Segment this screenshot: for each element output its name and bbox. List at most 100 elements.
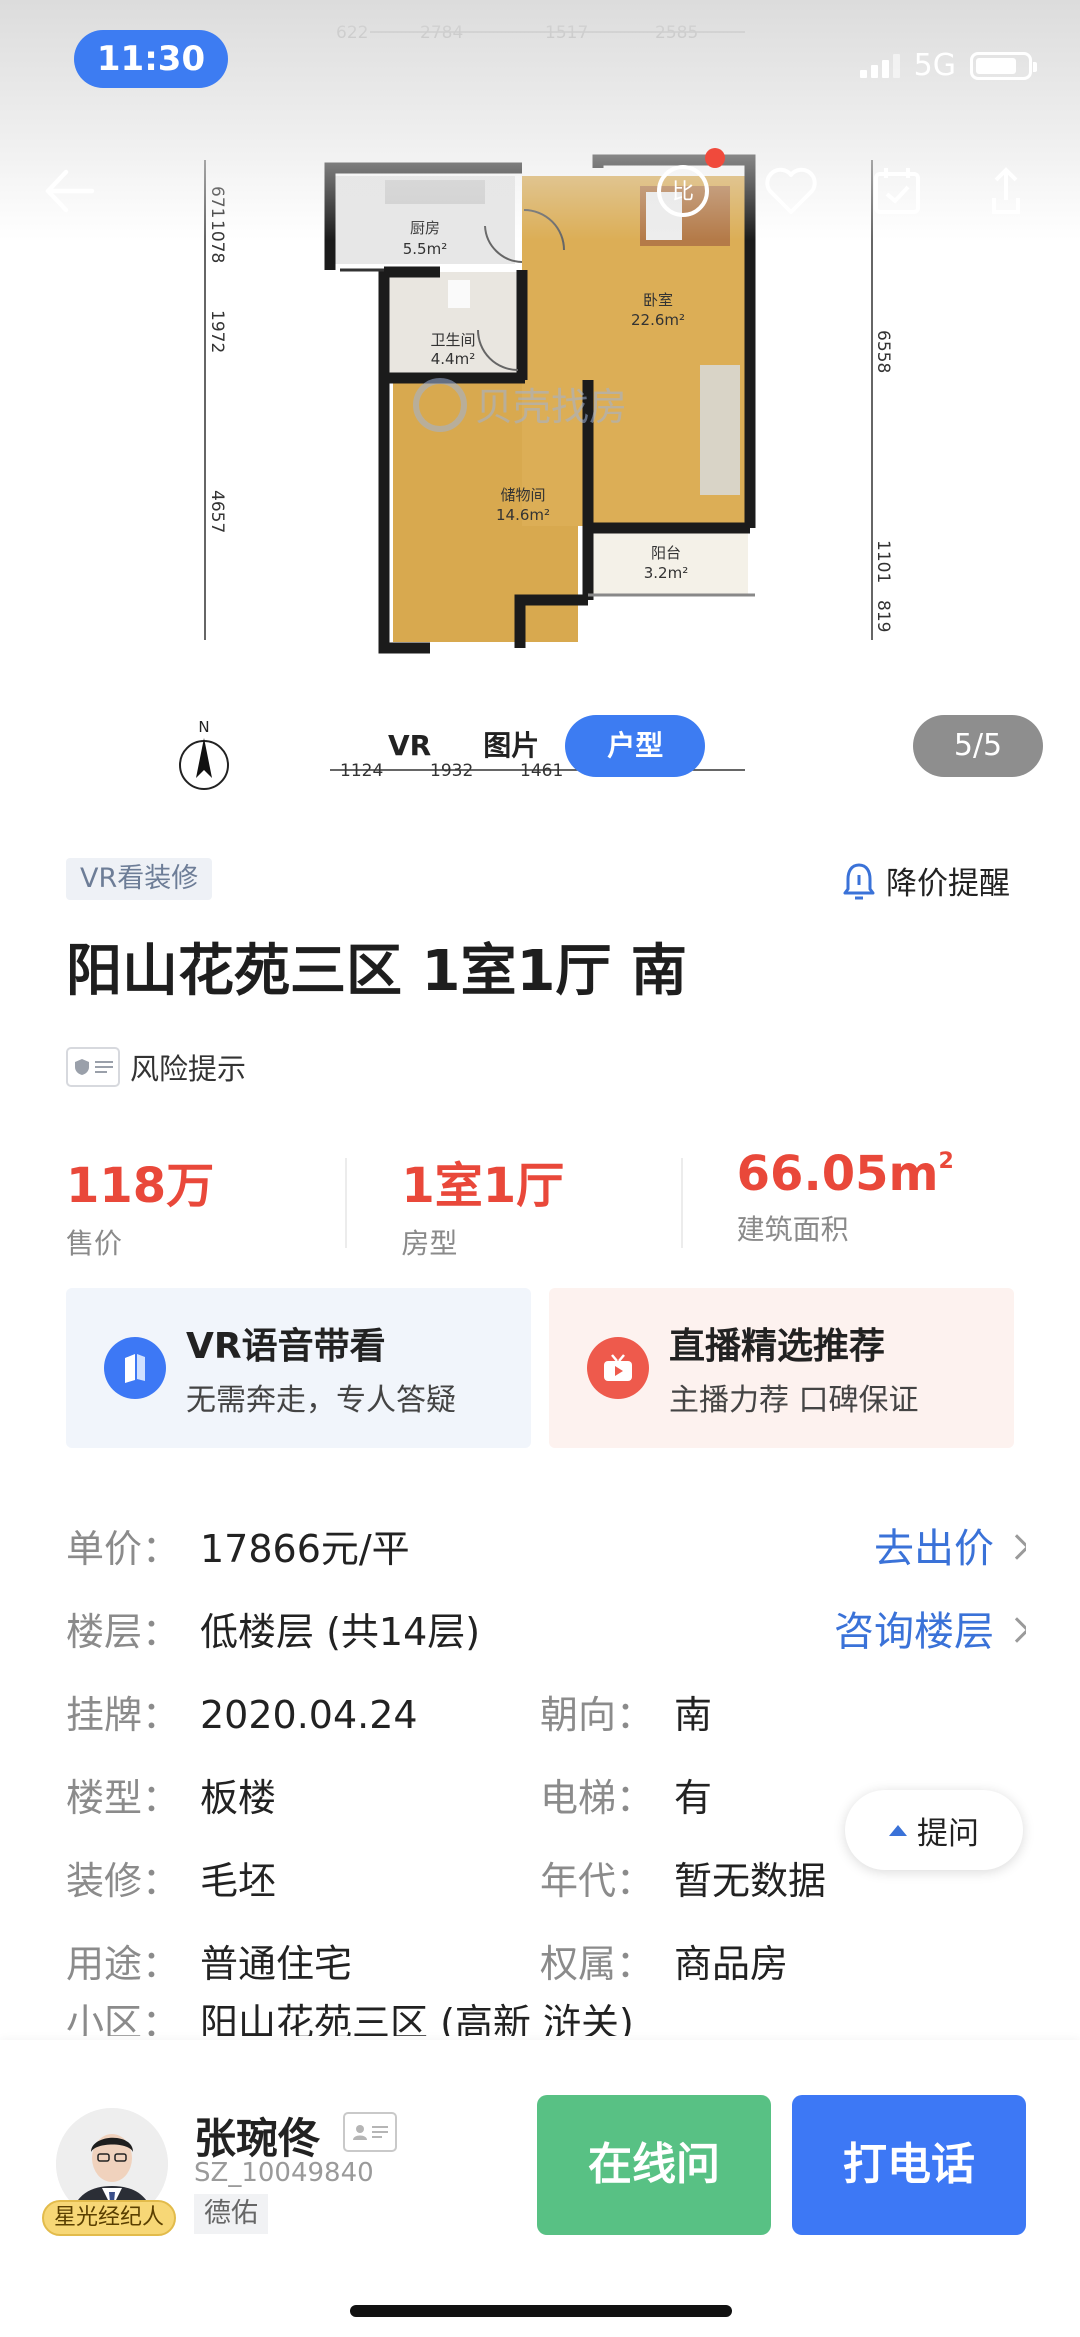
risk-warning-link[interactable]: 风险提示	[66, 1046, 246, 1088]
room-name: 厨房	[410, 219, 440, 237]
vr-book-icon	[104, 1337, 166, 1399]
agent-id: SZ_10049840	[194, 2158, 374, 2188]
dim-right-2: 1101	[873, 540, 893, 583]
make-offer-link[interactable]: 去出价	[874, 1516, 994, 1582]
detail-label: 朝向：	[540, 1693, 655, 1737]
property-details: 单价： 17866元/平 去出价 楼层： 低楼层 (共14层) 咨询楼层 挂牌：…	[66, 1516, 1026, 2036]
risk-warning-label: 风险提示	[130, 1052, 247, 1086]
stat-value: 118万	[66, 1158, 215, 1214]
star-agent-badge: 星光经纪人	[42, 2200, 177, 2236]
detail-label: 小区：	[66, 2001, 181, 2036]
ask-label: 提问	[917, 1815, 979, 1852]
room-area: 3.2m²	[644, 564, 688, 582]
vr-decoration-tag[interactable]: VR看装修	[66, 858, 213, 900]
dim-top-2: 2784	[420, 23, 463, 43]
live-recommend-card[interactable]: 直播精选推荐 主播力荐 口碑保证	[549, 1288, 1014, 1448]
dim-left-2: 1078	[207, 220, 227, 263]
price-alert-button[interactable]: 降价提醒	[842, 858, 1010, 903]
dim-top-1: 622	[336, 23, 368, 43]
tab-vr[interactable]: VR	[362, 715, 457, 777]
battery-icon	[970, 51, 1037, 80]
ask-question-button[interactable]: 提问	[845, 1790, 1023, 1870]
detail-label: 电梯：	[540, 1776, 655, 1820]
detail-row-unit-price: 单价： 17866元/平 去出价	[66, 1516, 1026, 1599]
dim-left-1: 671	[207, 186, 227, 218]
detail-value: 商品房	[674, 1942, 789, 1986]
online-chat-button[interactable]: 在线问	[537, 2095, 771, 2235]
tv-icon	[587, 1337, 649, 1399]
compass-icon: N	[179, 718, 229, 790]
room-name: 卧室	[643, 291, 673, 309]
image-counter: 5/5	[913, 715, 1043, 777]
detail-value: 阳山花苑三区 (高新 浒关)	[200, 2001, 634, 2036]
status-bar: 5G	[859, 48, 1037, 83]
detail-label: 楼型：	[66, 1776, 181, 1820]
shield-doc-icon	[66, 1047, 120, 1087]
detail-value: 普通住宅	[200, 1942, 353, 1986]
detail-label: 年代：	[540, 1859, 655, 1903]
bell-icon	[843, 863, 875, 899]
compare-icon[interactable]: 比	[652, 160, 714, 222]
tab-photos[interactable]: 图片	[457, 715, 565, 777]
floorplan-viewer[interactable]: 622 2784 1517 2585 671 1078 1972 4657 65…	[0, 0, 1080, 800]
dim-top-3: 1517	[545, 23, 588, 43]
signal-icon	[859, 53, 900, 78]
dim-right-3: 819	[873, 600, 893, 632]
detail-label: 装修：	[66, 1859, 181, 1903]
room-area: 5.5m²	[403, 240, 447, 258]
notification-dot	[705, 148, 725, 168]
gallery-tabs: VR 图片 户型	[362, 715, 706, 777]
key-stats: 118万 售价 1室1厅 房型 66.05m2 建筑面积	[66, 1146, 1016, 1260]
floorplan-image: 622 2784 1517 2585 671 1078 1972 4657 65…	[179, 23, 893, 790]
call-button[interactable]: 打电话	[792, 2095, 1026, 2235]
detail-row-community[interactable]: 小区： 阳山花苑三区 (高新 浒关)	[66, 1990, 1026, 2036]
vr-voice-tour-card[interactable]: VR语音带看 无需奔走，专人答疑	[66, 1288, 531, 1448]
svg-text:比: 比	[672, 180, 694, 205]
promo-cards: VR语音带看 无需奔走，专人答疑 直播精选推荐 主播力荐 口碑保证	[66, 1288, 1014, 1448]
calendar-check-icon[interactable]	[866, 160, 928, 222]
room-name: 卫生间	[430, 331, 475, 349]
stat-label: 售价	[66, 1227, 123, 1260]
stat-value: 66.05m2	[736, 1146, 954, 1202]
detail-value: 板楼	[200, 1776, 277, 1820]
back-icon[interactable]	[38, 160, 100, 222]
card-title: 直播精选推荐	[669, 1326, 886, 1367]
price-alert-label: 降价提醒	[886, 866, 1010, 902]
home-indicator	[350, 2305, 732, 2317]
detail-value: 有	[674, 1776, 713, 1820]
arrow-up-icon	[889, 1824, 907, 1836]
chevron-right-icon	[1004, 1534, 1026, 1560]
stat-area: 66.05m2 建筑面积	[680, 1146, 1016, 1256]
stat-value: 1室1厅	[401, 1158, 565, 1214]
detail-row: 挂牌： 2020.04.24 朝向： 南	[66, 1682, 1026, 1765]
agent-bar: 星光经纪人 张琬佟 SZ_10049840 德佑 在线问 打电话	[0, 2040, 1080, 2337]
detail-label: 用途：	[66, 1942, 181, 1986]
listing-title: 阳山花苑三区 1室1厅 南	[66, 939, 687, 1004]
stat-price: 118万 售价	[66, 1146, 345, 1260]
consult-floor-link[interactable]: 咨询楼层	[834, 1599, 994, 1665]
status-time: 11:30	[74, 30, 228, 88]
stat-label: 建筑面积	[736, 1213, 849, 1246]
detail-label: 楼层：	[66, 1610, 181, 1654]
detail-value: 17866元/平	[200, 1527, 410, 1571]
tab-floorplan[interactable]: 户型	[565, 715, 706, 777]
detail-value: 暂无数据	[674, 1859, 827, 1903]
room-name: 储物间	[500, 486, 545, 504]
card-title: VR语音带看	[186, 1326, 386, 1367]
room-name: 阳台	[651, 544, 681, 562]
dim-left-3: 1972	[207, 310, 227, 353]
stat-label: 房型	[401, 1227, 458, 1260]
chevron-right-icon	[1004, 1617, 1026, 1643]
favorite-heart-icon[interactable]	[760, 160, 822, 222]
room-area: 14.6m²	[496, 506, 550, 524]
agent-name: 张琬佟	[194, 2114, 321, 2163]
detail-label: 单价：	[66, 1527, 181, 1571]
card-subtitle: 主播力荐 口碑保证	[669, 1383, 919, 1418]
detail-label: 权属：	[540, 1942, 655, 1986]
watermark-text: 贝壳找房	[475, 385, 627, 429]
business-card-icon[interactable]	[343, 2112, 397, 2152]
svg-text:N: N	[198, 718, 209, 736]
room-area: 22.6m²	[631, 311, 685, 329]
share-icon[interactable]	[974, 160, 1036, 222]
detail-value: 2020.04.24	[200, 1693, 418, 1737]
